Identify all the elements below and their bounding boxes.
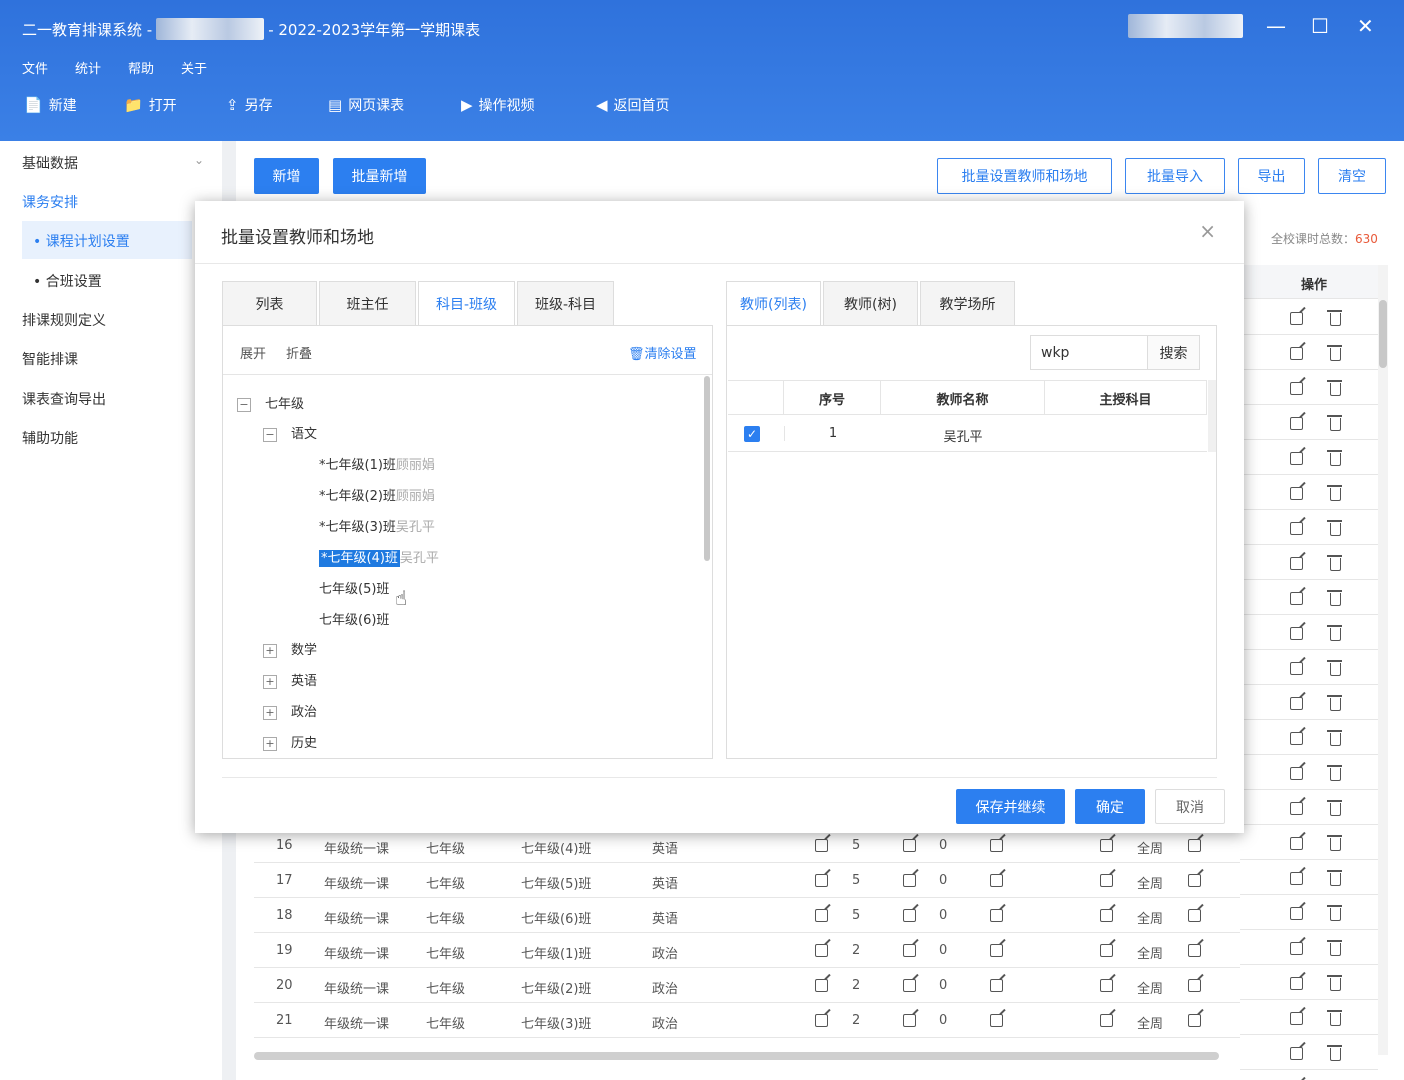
class-teacher: 吴孔平	[399, 551, 439, 566]
class-teacher: 吴孔平	[395, 520, 435, 535]
tree-class-node[interactable]: 七年级(5)班	[319, 578, 389, 597]
th-check	[728, 381, 784, 415]
tree-grade-node[interactable]: − 七年级	[237, 393, 304, 412]
tree-subject-node[interactable]: − 语文	[263, 423, 317, 442]
tree-toolbar-divider	[223, 374, 712, 375]
expand-icon[interactable]: +	[263, 736, 277, 751]
table-row[interactable]: ✓ 1 吴孔平	[728, 416, 1207, 452]
tab-list[interactable]: 列表	[222, 281, 317, 326]
tree-class-node[interactable]: *七年级(1)班顾丽娟	[319, 454, 435, 473]
tree-class-node[interactable]: *七年级(2)班顾丽娟	[319, 485, 435, 504]
collapse-icon[interactable]: −	[263, 427, 277, 442]
class-teacher: 顾丽娟	[395, 458, 435, 473]
row-teacher-name: 吴孔平	[943, 430, 983, 445]
tree-subject-node[interactable]: + 历史	[263, 732, 317, 751]
teacher-scrollbar[interactable]	[1208, 380, 1216, 452]
clear-settings-link[interactable]: 🗑清除设置	[628, 343, 697, 362]
modal-title: 批量设置教师和场地	[221, 228, 374, 248]
collapse-link[interactable]: 折叠	[286, 343, 312, 362]
th-teacher-name: 教师名称	[881, 381, 1045, 415]
class-name: *七年级(3)班	[319, 520, 396, 535]
ok-button[interactable]: 确定	[1075, 789, 1145, 824]
teacher-search-input[interactable]	[1030, 335, 1148, 370]
expand-icon[interactable]: +	[263, 705, 277, 720]
right-tabs: 教师(列表) 教师(树) 教学场所	[726, 281, 1017, 326]
tree-class-node[interactable]: *七年级(3)班吴孔平	[319, 516, 435, 535]
save-continue-button[interactable]: 保存并继续	[956, 789, 1065, 824]
tree-subject-node[interactable]: + 英语	[263, 670, 317, 689]
left-tabs: 列表 班主任 科目-班级 班级-科目	[222, 281, 616, 326]
tab-teacher-list[interactable]: 教师(列表)	[726, 281, 821, 326]
tab-head-teacher[interactable]: 班主任	[319, 281, 416, 326]
teacher-table-header: 序号 教师名称 主授科目	[728, 380, 1207, 415]
tab-subject-class[interactable]: 科目-班级	[418, 281, 515, 326]
class-name: *七年级(2)班	[319, 489, 396, 504]
batch-set-modal: 批量设置教师和场地 × 列表 班主任 科目-班级 班级-科目 展开 折叠 🗑清除…	[195, 201, 1244, 833]
collapse-icon[interactable]: −	[237, 397, 251, 412]
hand-cursor-icon: ☝	[395, 586, 408, 610]
tab-teacher-tree[interactable]: 教师(树)	[823, 281, 918, 326]
th-no: 序号	[784, 381, 881, 415]
th-main-subject: 主授科目	[1045, 381, 1207, 415]
search-button[interactable]: 搜索	[1147, 335, 1200, 370]
tree-subject-node[interactable]: + 数学	[263, 639, 317, 658]
tab-venue[interactable]: 教学场所	[920, 281, 1015, 326]
footer-divider	[222, 777, 1217, 778]
expand-icon[interactable]: +	[263, 674, 277, 689]
class-name: 七年级(6)班	[319, 613, 390, 628]
trash-icon: 🗑	[628, 347, 645, 362]
teacher-panel: 搜索 序号 教师名称 主授科目 ✓ 1 吴孔平	[726, 325, 1217, 759]
cancel-button[interactable]: 取消	[1155, 789, 1225, 824]
row-checkbox[interactable]: ✓	[744, 426, 760, 442]
row-no: 1	[784, 426, 881, 441]
tree-scrollbar[interactable]	[704, 376, 710, 561]
tree-panel: 展开 折叠 🗑清除设置 − 七年级 − 语文 *七年级(1)班顾丽娟 *七年级(2)班…	[222, 325, 713, 759]
class-name: *七年级(4)班	[319, 550, 400, 567]
tree-subject-node[interactable]: + 政治	[263, 701, 317, 720]
tree-class-node[interactable]: *七年级(4)班 吴孔平	[319, 547, 439, 567]
tree-class-node[interactable]: 七年级(6)班	[319, 609, 389, 628]
class-name: 七年级(5)班	[319, 582, 390, 597]
class-name: *七年级(1)班	[319, 458, 396, 473]
class-teacher: 顾丽娟	[395, 489, 435, 504]
expand-icon[interactable]: +	[263, 643, 277, 658]
modal-divider	[195, 263, 1244, 264]
tab-class-subject[interactable]: 班级-科目	[517, 281, 614, 326]
modal-close-icon[interactable]: ×	[1199, 219, 1216, 243]
expand-link[interactable]: 展开	[240, 343, 266, 362]
